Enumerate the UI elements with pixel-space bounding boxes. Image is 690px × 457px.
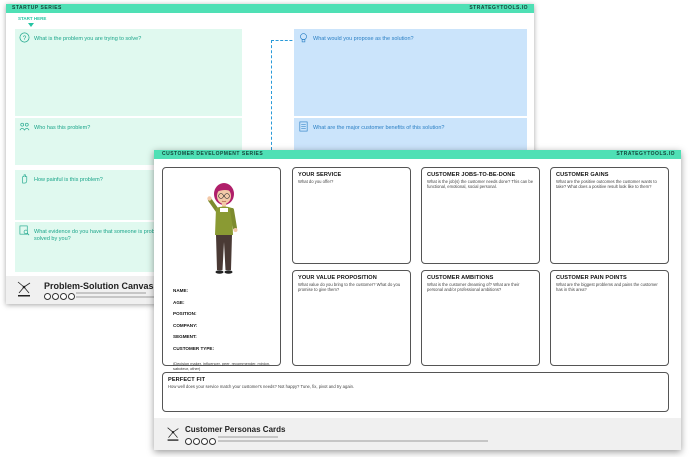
persona-illustration bbox=[207, 183, 238, 274]
series-label: CUSTOMER DEVELOPMENT SERIES bbox=[162, 151, 264, 157]
creative-commons-icon bbox=[185, 438, 216, 445]
benefits-question: What are the major customer benefits of … bbox=[313, 125, 445, 131]
hand-icon bbox=[22, 174, 28, 184]
series-label: STARTUP SERIES bbox=[12, 5, 62, 11]
problem-panel: ? What is the problem you are trying to … bbox=[15, 29, 242, 116]
persona-field-label: COMPANY: bbox=[173, 322, 198, 328]
people-icon bbox=[19, 122, 30, 131]
evidence-question: What evidence do you have that someone i… bbox=[34, 229, 164, 242]
persona-card: NAME: AGE: POSITION: COMPANY: SEGMENT: C… bbox=[162, 167, 281, 371]
persona-field-label: AGE: bbox=[173, 299, 185, 305]
perfect-fit-card: PERFECT FIT How well does your service m… bbox=[162, 372, 669, 412]
start-here-label: START HERE bbox=[18, 16, 47, 21]
customer-personas-sheet: CUSTOMER DEVELOPMENT SERIES STRATEGYTOOL… bbox=[154, 150, 681, 450]
document-icon bbox=[299, 121, 308, 132]
card-description: What are the biggest problems and pains … bbox=[556, 282, 658, 293]
problem-question: What is the problem you are trying to so… bbox=[34, 36, 142, 42]
creative-commons-icon bbox=[44, 293, 75, 300]
lightbulb-icon bbox=[300, 33, 307, 43]
card-description: What value do you bring to the customer?… bbox=[298, 282, 401, 293]
brand-label: STRATEGYTOOLS.IO bbox=[616, 151, 675, 157]
svg-text:?: ? bbox=[23, 35, 27, 42]
persona-field-label: SEGMENT: bbox=[173, 334, 197, 340]
strategytools-logo bbox=[17, 281, 31, 297]
header-bar: STARTUP SERIES STRATEGYTOOLS.IO bbox=[6, 4, 534, 13]
card-title: CUSTOMER PAIN POINTS bbox=[556, 275, 627, 281]
customer-type-note: (Decision maker, influencer, peer, recom… bbox=[173, 361, 271, 372]
footer: Customer Personas Cards bbox=[154, 418, 681, 450]
magnifier-icon bbox=[19, 225, 30, 236]
question-icon: ? bbox=[19, 32, 30, 43]
card-title: YOUR SERVICE bbox=[298, 172, 342, 178]
customer-pain-points-card: CUSTOMER PAIN POINTS What are the bigges… bbox=[550, 270, 669, 366]
card-title: CUSTOMER JOBS-TO-BE-DONE bbox=[427, 172, 516, 178]
persona-field-label: CUSTOMER TYPE: bbox=[173, 345, 215, 351]
persona-field-label: NAME: bbox=[173, 288, 189, 293]
card-description: How well does your service match your cu… bbox=[168, 384, 355, 389]
header-bar: CUSTOMER DEVELOPMENT SERIES STRATEGYTOOL… bbox=[154, 150, 681, 159]
value-proposition-card: YOUR VALUE PROPOSITION What value do you… bbox=[292, 270, 411, 366]
card-title: PERFECT FIT bbox=[168, 377, 206, 383]
solution-panel: What would you propose as the solution? bbox=[294, 29, 527, 116]
strategytools-logo bbox=[167, 427, 179, 441]
card-description: What is the customer dreaming of? What a… bbox=[427, 282, 520, 293]
customer-ambitions-card: CUSTOMER AMBITIONS What is the customer … bbox=[421, 270, 540, 366]
card-description: What is the job(s) the customer needs do… bbox=[427, 179, 534, 190]
card-description: What do you offer? bbox=[298, 179, 334, 184]
footer-title: Customer Personas Cards bbox=[185, 425, 286, 434]
painful-question: How painful is this problem? bbox=[34, 177, 103, 183]
start-arrow-icon bbox=[28, 23, 34, 27]
customer-gains-card: CUSTOMER GAINS What are the positive out… bbox=[550, 167, 669, 264]
footer-title: Problem-Solution Canvas bbox=[44, 281, 154, 291]
card-description: What are the positive outcomes the custo… bbox=[556, 179, 657, 190]
persona-field-label: POSITION: bbox=[173, 311, 197, 317]
flow-connector-v bbox=[271, 40, 272, 150]
canvas-composite: STARTUP SERIES STRATEGYTOOLS.IO START HE… bbox=[0, 0, 690, 457]
who-question: Who has this problem? bbox=[34, 125, 91, 131]
persona-fields: NAME: AGE: POSITION: COMPANY: SEGMENT: C… bbox=[173, 288, 214, 358]
card-title: CUSTOMER AMBITIONS bbox=[427, 275, 494, 281]
your-service-card: YOUR SERVICE What do you offer? bbox=[292, 167, 411, 264]
customer-jobs-card: CUSTOMER JOBS-TO-BE-DONE What is the job… bbox=[421, 167, 540, 264]
card-title: YOUR VALUE PROPOSITION bbox=[298, 275, 377, 281]
brand-label: STRATEGYTOOLS.IO bbox=[469, 5, 528, 11]
solution-question: What would you propose as the solution? bbox=[313, 36, 414, 42]
card-title: CUSTOMER GAINS bbox=[556, 172, 609, 178]
